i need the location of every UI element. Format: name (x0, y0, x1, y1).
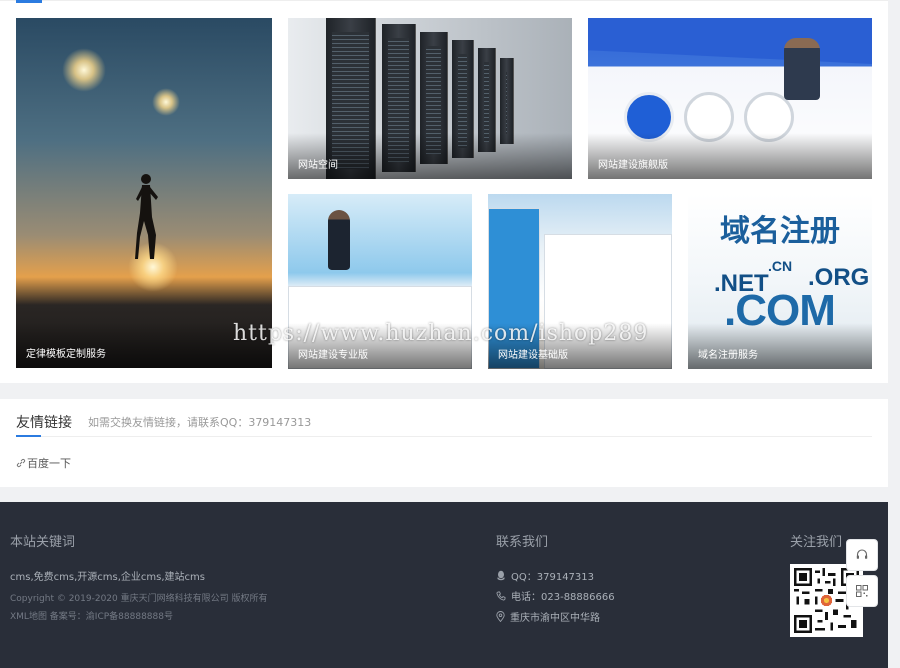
footer-keywords-title: 本站关键词 (10, 535, 76, 550)
tile-caption: 定律模板定制服务 (26, 349, 106, 360)
phone-icon (496, 591, 506, 600)
section-title: 友情链接 (16, 415, 72, 431)
section-accent-bar (16, 0, 42, 3)
link-icon (16, 458, 26, 468)
banner-band (588, 18, 872, 64)
footer-copyright: Copyright © 2019-2020 重庆天门网络科技有限公司 版权所有 (10, 594, 268, 604)
sun-glow (152, 88, 180, 116)
tile-template-custom[interactable]: 定律模板定制服务 (16, 18, 272, 368)
qrcode-icon (856, 585, 868, 597)
friend-link-label: 百度一下 (27, 457, 71, 470)
footer-follow-title: 关注我们 (790, 535, 843, 550)
divider (16, 436, 872, 437)
tile-caption: 网站建设旗舰版 (598, 160, 668, 171)
footer-contact-title: 联系我们 (496, 535, 549, 550)
section-divider (0, 0, 888, 4)
jumping-person-silhouette (135, 174, 158, 259)
contact-phone-text: 电话：023-88886666 (511, 592, 615, 603)
contact-phone: 电话：023-88886666 (496, 588, 615, 603)
service-gallery: 定律模板定制服务 网站空间 网站建设旗舰版 网站建设专业版 网站建设基础版 域名… (0, 0, 888, 383)
contact-qq-text: QQ：379147313 (511, 572, 595, 583)
tile-domain-registration[interactable]: 域名注册 .CN .NET .ORG .COM 域名注册服务 (688, 194, 872, 369)
location-icon (496, 611, 505, 622)
contact-address: 重庆市渝中区中华路 (496, 609, 600, 624)
section-accent-bar (16, 435, 41, 437)
domain-headline: 域名注册 (720, 214, 840, 249)
footer-keywords: cms,免费cms,开源cms,企业cms,建站cms (10, 572, 205, 583)
customer-service-button[interactable] (846, 539, 878, 571)
businessman-figure (784, 38, 820, 100)
tile-caption: 网站建设基础版 (498, 350, 568, 361)
qq-icon (497, 570, 505, 581)
headset-icon (856, 549, 868, 559)
qrcode-button[interactable] (846, 575, 878, 607)
site-footer: 本站关键词 cms,免费cms,开源cms,企业cms,建站cms Copyri… (0, 502, 888, 668)
friend-link-baidu[interactable]: 百度一下 (16, 455, 71, 471)
tile-professional-edition[interactable]: 网站建设专业版 (288, 194, 472, 369)
contact-address-text: 重庆市渝中区中华路 (510, 613, 600, 624)
businessman-figure (328, 210, 350, 270)
tile-flagship-edition[interactable]: 网站建设旗舰版 (588, 18, 872, 179)
tile-basic-edition[interactable]: 网站建设基础版 (488, 194, 672, 369)
links-note: 如需交换友情链接，请联系QQ：379147313 (88, 416, 312, 429)
friend-links-section: 友情链接 如需交换友情链接，请联系QQ：379147313 百度一下 (0, 399, 888, 487)
sun-glow (62, 48, 106, 92)
domain-cn: .CN (768, 258, 793, 274)
tile-web-hosting[interactable]: 网站空间 (288, 18, 572, 179)
contact-qq: QQ：379147313 (496, 568, 594, 583)
footer-icp[interactable]: XML地图 备案号：渝ICP备88888888号 (10, 609, 173, 622)
tile-caption: 网站建设专业版 (298, 350, 368, 361)
tile-caption: 网站空间 (298, 160, 338, 171)
tile-caption: 域名注册服务 (698, 350, 758, 361)
server-rack (500, 58, 514, 144)
